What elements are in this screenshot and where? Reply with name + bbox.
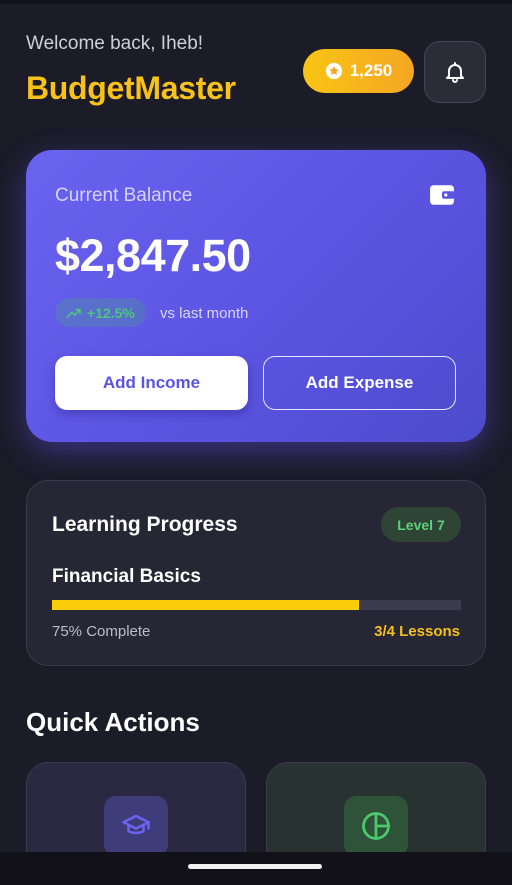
progress-fill xyxy=(52,600,359,610)
course-name: Financial Basics xyxy=(52,566,201,587)
level-badge: Level 7 xyxy=(381,507,461,542)
trending-up-icon xyxy=(66,308,81,318)
bell-icon xyxy=(446,62,464,83)
progress-lessons: 3/4 Lessons xyxy=(374,623,460,640)
progress-percent: 75% Complete xyxy=(52,623,151,640)
notifications-button[interactable] xyxy=(424,41,486,103)
coins-count: 1,250 xyxy=(349,61,393,80)
trend-badge: +12.5% xyxy=(55,298,146,327)
add-expense-button[interactable]: Add Expense xyxy=(263,356,456,410)
quick-action-icon-box xyxy=(344,796,408,856)
quick-action-icon-box xyxy=(104,796,168,856)
trend-value: +12.5% xyxy=(87,304,135,321)
app-title: BudgetMaster xyxy=(26,70,236,106)
learning-title: Learning Progress xyxy=(52,513,238,536)
top-frame xyxy=(0,0,512,4)
learning-progress-card[interactable]: Learning Progress Level 7 Financial Basi… xyxy=(26,480,486,666)
quick-actions-title: Quick Actions xyxy=(26,707,200,737)
welcome-text: Welcome back, Iheb! xyxy=(26,33,204,54)
balance-amount: $2,847.50 xyxy=(55,230,251,281)
add-income-button[interactable]: Add Income xyxy=(55,356,248,410)
progress-bar xyxy=(52,600,461,610)
balance-label: Current Balance xyxy=(55,185,193,206)
balance-card: Current Balance $2,847.50 +12.5% vs last… xyxy=(26,150,486,442)
home-indicator[interactable] xyxy=(188,864,322,869)
graduation-cap-icon xyxy=(122,814,150,835)
app-screen: Welcome back, Iheb! BudgetMaster 1,250 C… xyxy=(0,0,512,885)
star-coin-icon xyxy=(325,62,342,80)
pie-chart-icon xyxy=(362,812,390,840)
wallet-icon xyxy=(430,185,455,205)
coins-badge[interactable]: 1,250 xyxy=(303,49,414,93)
trend-comparison: vs last month xyxy=(160,305,249,322)
